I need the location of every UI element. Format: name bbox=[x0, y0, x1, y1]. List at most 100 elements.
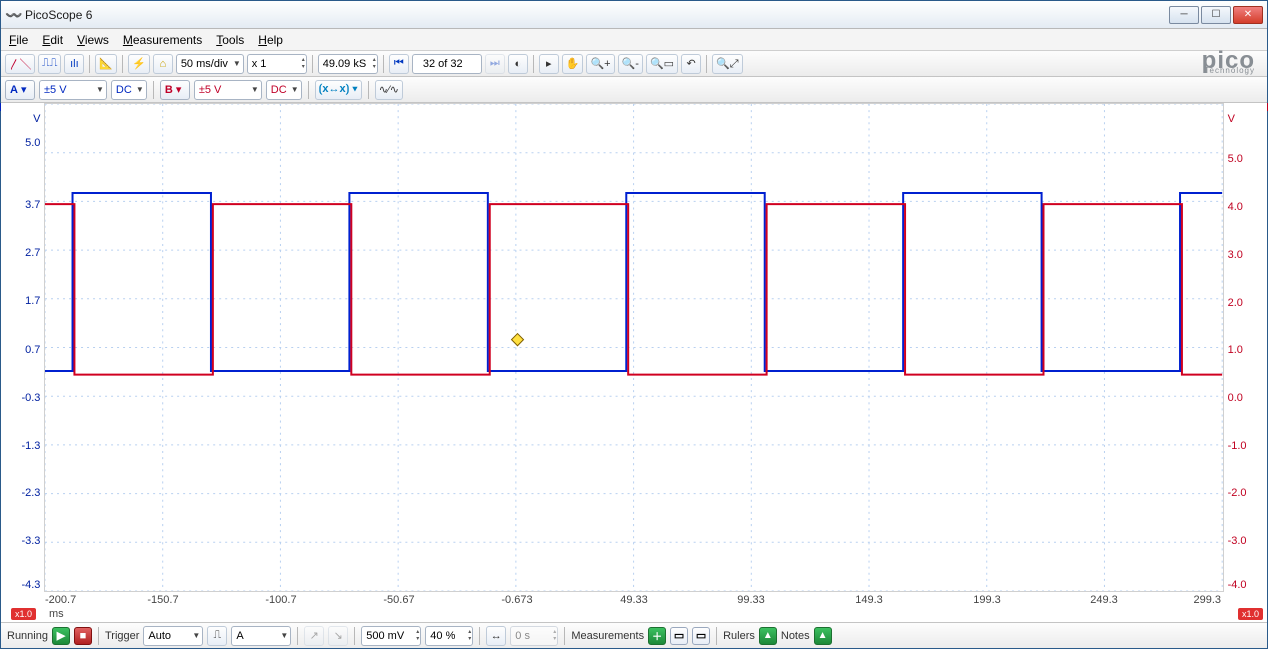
pretrigger-value: 40 % bbox=[430, 630, 464, 642]
channel-A-range[interactable]: ±5 V ▼ bbox=[39, 80, 107, 100]
spinner-arrows[interactable]: ▴▾ bbox=[302, 57, 305, 71]
toolbar-sep bbox=[122, 55, 123, 73]
zoomin-icon[interactable]: 🔍+ bbox=[586, 54, 614, 74]
x-tick: 199.3 bbox=[973, 594, 1001, 606]
plot-canvas[interactable] bbox=[44, 103, 1223, 592]
buffer-first-icon[interactable]: ⏮ bbox=[389, 54, 409, 74]
left-tick: -4.3 bbox=[21, 579, 40, 591]
rulers-toggle-button[interactable]: ▲ bbox=[759, 627, 777, 645]
buffer-value: 32 of 32 bbox=[417, 58, 469, 70]
chevron-down-icon: ▼ bbox=[291, 85, 299, 94]
spinner-arrows[interactable]: ▴▾ bbox=[373, 57, 376, 71]
left-tick: 1.7 bbox=[25, 295, 40, 307]
trigger-rising-icon[interactable]: ↗ bbox=[304, 626, 324, 646]
right-tick: 5.0 bbox=[1228, 153, 1243, 165]
xzoom-right-badge[interactable]: x1.0 bbox=[1238, 608, 1263, 620]
x-tick: 249.3 bbox=[1090, 594, 1118, 606]
start-button[interactable]: ▶ bbox=[52, 627, 70, 645]
branding-logo: pico Technology bbox=[1202, 52, 1263, 75]
toolbar-sep bbox=[153, 81, 154, 99]
delay-spin[interactable]: 0 s ▴▾ bbox=[510, 626, 558, 646]
view-spectrum-icon[interactable]: ılı bbox=[64, 54, 84, 74]
delete-measurement-button[interactable]: ▭ bbox=[692, 627, 710, 645]
channel-B-coupling-value: DC bbox=[271, 84, 287, 96]
home-icon[interactable]: ⌂ bbox=[153, 54, 173, 74]
view-scope-icon[interactable]: 〳╲ bbox=[5, 54, 35, 74]
x-tick: 99.33 bbox=[737, 594, 765, 606]
toolbar-sep bbox=[383, 55, 384, 73]
full-zoomout-icon[interactable]: 🔍⤢ bbox=[712, 54, 743, 74]
edit-measurement-button[interactable]: ▭ bbox=[670, 627, 688, 645]
rulers-label: Rulers bbox=[723, 630, 755, 642]
channel-A-range-value: ±5 V bbox=[44, 84, 92, 96]
trigger-source-combo[interactable]: A ▼ bbox=[231, 626, 291, 646]
minimize-button[interactable]: ─ bbox=[1169, 6, 1199, 24]
toolbar-channels: A ▾ ±5 V ▼ DC ▼ B ▾ ±5 V ▼ DC ▼ ⟮x↔x⟯ ▾ … bbox=[1, 77, 1267, 103]
xzoom-left-badge[interactable]: x1.0 bbox=[11, 608, 36, 620]
spinner-arrows[interactable]: ▴▾ bbox=[468, 629, 471, 643]
chevron-down-icon: ▼ bbox=[280, 631, 288, 640]
timebase-combo[interactable]: 50 ms/div ▼ bbox=[176, 54, 244, 74]
pointer-icon[interactable]: ▸ bbox=[539, 54, 559, 74]
autosetup-icon[interactable]: ⚡ bbox=[128, 54, 150, 74]
buffer-spin[interactable]: 32 of 32 bbox=[412, 54, 482, 74]
hand-icon[interactable]: ✋ bbox=[562, 54, 584, 74]
toolbar-sep bbox=[89, 55, 90, 73]
scope-area: V 5.0 3.7 2.7 1.7 0.7 -0.3 -1.3 -2.3 -3.… bbox=[1, 103, 1267, 592]
trigger-falling-icon[interactable]: ↘ bbox=[328, 626, 348, 646]
autoscale-icon[interactable]: 📐 bbox=[95, 54, 117, 74]
notes-toggle-button[interactable]: ▲ bbox=[814, 627, 832, 645]
right-tick: 2.0 bbox=[1228, 297, 1243, 309]
menubar: File Edit Views Measurements Tools Help bbox=[1, 29, 1267, 51]
maximize-button[interactable]: ☐ bbox=[1201, 6, 1231, 24]
pretrigger-spin[interactable]: 40 % ▴▾ bbox=[425, 626, 473, 646]
spinner-arrows[interactable]: ▴▾ bbox=[416, 629, 419, 643]
zoomrect-icon[interactable]: 🔍▭ bbox=[646, 54, 678, 74]
right-y-axis: V 5.0 4.0 3.0 2.0 1.0 0.0 -1.0 -2.0 -3.0… bbox=[1224, 103, 1267, 592]
trigger-mode-combo[interactable]: Auto ▼ bbox=[143, 626, 203, 646]
menu-help[interactable]: Help bbox=[258, 33, 283, 47]
close-button[interactable]: ✕ bbox=[1233, 6, 1263, 24]
left-tick: -2.3 bbox=[21, 487, 40, 499]
menu-tools[interactable]: Tools bbox=[216, 33, 244, 47]
toolbar-scope: 〳╲ ⎍⎍ ılı 📐 ⚡ ⌂ 50 ms/div ▼ x 1 ▴▾ 49.09… bbox=[1, 51, 1267, 77]
toolbar-sep bbox=[706, 55, 707, 73]
channel-A-marker[interactable] bbox=[0, 103, 1, 111]
titlebar: 〰️ PicoScope 6 ─ ☐ ✕ bbox=[1, 1, 1267, 29]
buffer-overview-icon[interactable]: ◐ bbox=[508, 54, 528, 74]
view-persist-icon[interactable]: ⎍⎍ bbox=[38, 54, 61, 74]
channel-B-coupling[interactable]: DC ▼ bbox=[266, 80, 302, 100]
toolbar-sep bbox=[98, 627, 99, 645]
right-tick: 1.0 bbox=[1228, 344, 1243, 356]
buffer-next-icon[interactable]: ⏭ bbox=[485, 54, 505, 74]
spinner-arrows[interactable]: ▴▾ bbox=[553, 629, 556, 643]
channel-A-button[interactable]: A ▾ bbox=[5, 80, 35, 100]
menu-views[interactable]: Views bbox=[77, 33, 109, 47]
delay-value: 0 s bbox=[515, 630, 549, 642]
x-tick: 49.33 bbox=[620, 594, 648, 606]
trigger-threshold-spin[interactable]: 500 mV ▴▾ bbox=[361, 626, 421, 646]
branding-sub: Technology bbox=[1202, 66, 1255, 75]
math-channel-icon[interactable]: ∿⁄∿ bbox=[375, 80, 403, 100]
pretrigger-arrow-icon[interactable]: ↔ bbox=[486, 626, 506, 646]
trigger-mode-value: Auto bbox=[148, 630, 188, 642]
x-tick: 149.3 bbox=[855, 594, 883, 606]
x-axis: -200.7 -150.7 -100.7 -50.67 -0.673 49.33… bbox=[1, 592, 1267, 622]
zoomout-icon[interactable]: 🔍- bbox=[618, 54, 643, 74]
menu-measurements[interactable]: Measurements bbox=[123, 33, 202, 47]
menu-edit[interactable]: Edit bbox=[42, 33, 63, 47]
menu-file[interactable]: File bbox=[9, 33, 28, 47]
channel-B-range[interactable]: ±5 V ▼ bbox=[194, 80, 262, 100]
trigger-edge-icon[interactable]: ⎍ bbox=[207, 626, 227, 646]
toolbar-sep bbox=[297, 627, 298, 645]
zoom-spin[interactable]: x 1 ▴▾ bbox=[247, 54, 307, 74]
samples-spin[interactable]: 49.09 kS ▴▾ bbox=[318, 54, 378, 74]
right-axis-unit: V bbox=[1228, 113, 1235, 125]
add-measurement-button[interactable]: ＋ bbox=[648, 627, 666, 645]
stop-button[interactable]: ■ bbox=[74, 627, 92, 645]
x-axis-unit: ms bbox=[49, 608, 64, 620]
channel-A-coupling[interactable]: DC ▼ bbox=[111, 80, 147, 100]
channel-B-button[interactable]: B ▾ bbox=[160, 80, 190, 100]
undo-zoom-icon[interactable]: ↶ bbox=[681, 54, 701, 74]
xaxis-options-icon[interactable]: ⟮x↔x⟯ ▾ bbox=[315, 80, 362, 100]
